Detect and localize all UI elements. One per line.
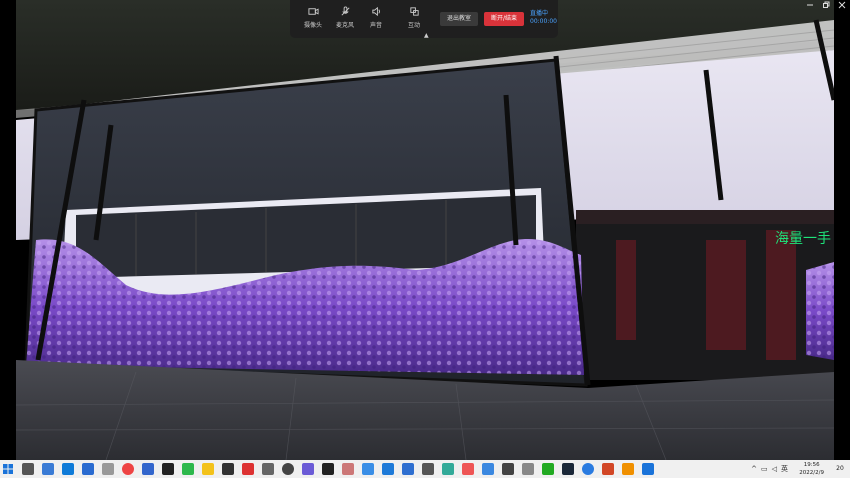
task-view-icon[interactable] bbox=[42, 463, 54, 475]
toolbar-collapse-icon[interactable]: ▲ bbox=[424, 32, 429, 39]
app-icon[interactable] bbox=[622, 463, 634, 475]
close-icon bbox=[838, 1, 846, 9]
windows-taskbar: ^ ▭ ◁ 英 19:56 2022/2/9 20 bbox=[0, 460, 850, 478]
app-icon[interactable] bbox=[502, 463, 514, 475]
powerpoint-icon[interactable] bbox=[602, 463, 614, 475]
camera-icon bbox=[307, 8, 319, 15]
windows-logo-icon bbox=[3, 464, 13, 474]
system-tray: ^ ▭ ◁ 英 bbox=[749, 460, 790, 478]
pinned-apps bbox=[18, 463, 658, 475]
mail-icon[interactable] bbox=[82, 463, 94, 475]
restore-button[interactable] bbox=[818, 0, 834, 14]
wechat-icon[interactable] bbox=[182, 463, 194, 475]
unity-icon[interactable] bbox=[322, 463, 334, 475]
watermark-text: 海量一手 bbox=[775, 231, 831, 247]
live-status: 直播中 00:00:00 bbox=[530, 10, 557, 26]
app-icon[interactable] bbox=[262, 463, 274, 475]
minimize-icon bbox=[807, 4, 813, 6]
input-method-icon[interactable]: 英 bbox=[781, 464, 788, 474]
start-button[interactable] bbox=[0, 460, 16, 478]
led-wave-video bbox=[16, 0, 834, 460]
camera-button[interactable]: 摄像头 bbox=[304, 6, 322, 29]
app-icon[interactable] bbox=[382, 463, 394, 475]
app-icon[interactable] bbox=[302, 463, 314, 475]
interact-icon bbox=[409, 7, 419, 16]
notification-center-icon[interactable]: 20 bbox=[834, 463, 846, 475]
app-icon[interactable] bbox=[362, 463, 374, 475]
app-icon[interactable] bbox=[222, 463, 234, 475]
mic-button[interactable]: 麦克风 bbox=[336, 6, 354, 29]
clock-date: 2022/2/9 bbox=[799, 470, 824, 476]
mic-off-icon bbox=[341, 6, 349, 16]
right-letterbox bbox=[834, 0, 850, 460]
app-icon[interactable] bbox=[202, 463, 214, 475]
steam-icon[interactable] bbox=[562, 463, 574, 475]
app-icon[interactable] bbox=[542, 463, 554, 475]
exit-classroom-button[interactable]: 退出教室 bbox=[440, 12, 478, 26]
interact-button[interactable]: 互动 bbox=[408, 6, 420, 29]
edge-browser-icon[interactable] bbox=[62, 463, 74, 475]
video-scene bbox=[16, 0, 834, 460]
taskbar-clock[interactable]: 19:56 2022/2/9 bbox=[799, 461, 824, 477]
app-icon[interactable] bbox=[242, 463, 254, 475]
clock-time: 19:56 bbox=[803, 462, 820, 468]
app-icon[interactable] bbox=[142, 463, 154, 475]
camera-label: 摄像头 bbox=[304, 22, 323, 29]
app-icon[interactable] bbox=[522, 463, 534, 475]
app-icon[interactable] bbox=[462, 463, 474, 475]
window-controls bbox=[802, 0, 850, 14]
search-icon[interactable] bbox=[22, 463, 34, 475]
speaker-button[interactable]: 声音 bbox=[370, 6, 382, 29]
app-icon[interactable] bbox=[102, 463, 114, 475]
app-icon[interactable] bbox=[282, 463, 294, 475]
meeting-toolbar: 摄像头 麦克风 声音 互动 退出教室 断开/结束 直播中 00:00:00 ▲ bbox=[290, 0, 558, 39]
app-icon[interactable] bbox=[342, 463, 354, 475]
live-status-label: 直播中 bbox=[530, 10, 549, 17]
live-status-timer: 00:00:00 bbox=[530, 18, 557, 25]
left-letterbox bbox=[0, 0, 16, 460]
app-icon[interactable] bbox=[442, 463, 454, 475]
app-icon[interactable] bbox=[422, 463, 434, 475]
end-session-button[interactable]: 断开/结束 bbox=[484, 12, 524, 26]
chrome-icon[interactable] bbox=[122, 463, 134, 475]
app-icon[interactable] bbox=[582, 463, 594, 475]
volume-icon[interactable]: ◁ bbox=[772, 465, 777, 473]
qq-icon[interactable] bbox=[162, 463, 174, 475]
interact-label: 互动 bbox=[408, 22, 421, 29]
app-icon[interactable] bbox=[642, 463, 654, 475]
minimize-button[interactable] bbox=[802, 0, 818, 14]
speaker-icon bbox=[371, 6, 380, 17]
speaker-label: 声音 bbox=[370, 22, 383, 29]
mic-label: 麦克风 bbox=[336, 22, 355, 29]
close-button[interactable] bbox=[834, 0, 850, 14]
network-icon[interactable]: ▭ bbox=[761, 465, 768, 473]
screen: 海量一手 摄像头 麦克风 声音 互动 退出教室 断开/结束 直播中 00:00:… bbox=[0, 0, 850, 478]
restore-icon bbox=[823, 1, 830, 8]
app-icon[interactable] bbox=[482, 463, 494, 475]
app-icon[interactable] bbox=[402, 463, 414, 475]
chevron-up-icon[interactable]: ^ bbox=[751, 465, 757, 473]
